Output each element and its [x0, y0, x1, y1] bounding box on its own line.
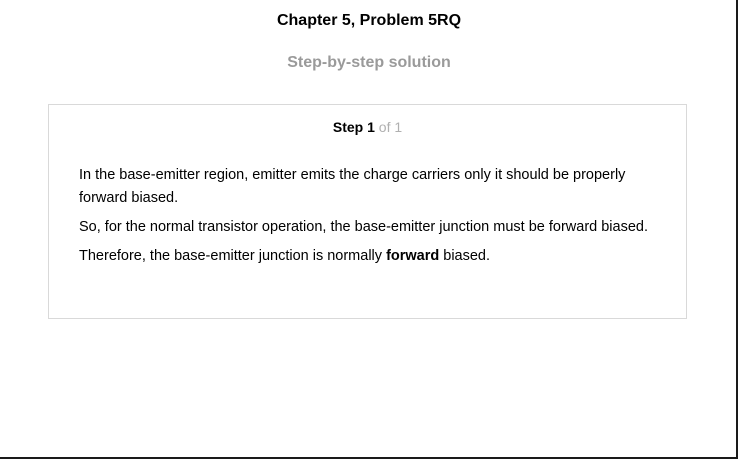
- para3-bold-term: forward: [386, 248, 440, 264]
- solution-paragraph-1: In the base-emitter region, emitter emit…: [79, 167, 626, 206]
- para3-text-before: Therefore, the base-emitter junction is …: [79, 248, 387, 264]
- page-subtitle: Step-by-step solution: [287, 54, 451, 71]
- step-total: of 1: [378, 119, 403, 135]
- page-title: Chapter 5, Problem 5RQ: [276, 12, 462, 29]
- solution-paragraph-2: So, for the normal transistor operation,…: [79, 219, 649, 235]
- solution-content: In the base-emitter region, emitter emit…: [79, 164, 659, 274]
- solution-paragraph-3: Therefore, the base-emitter junction is …: [79, 245, 659, 268]
- solution-card: Step 1 of 1 In the base-emitter region, …: [48, 104, 687, 319]
- para3-text-after: biased.: [439, 248, 491, 264]
- step-label: Step: [332, 119, 364, 135]
- step-header: Step 1 of 1: [49, 119, 686, 135]
- step-number: 1: [367, 119, 375, 135]
